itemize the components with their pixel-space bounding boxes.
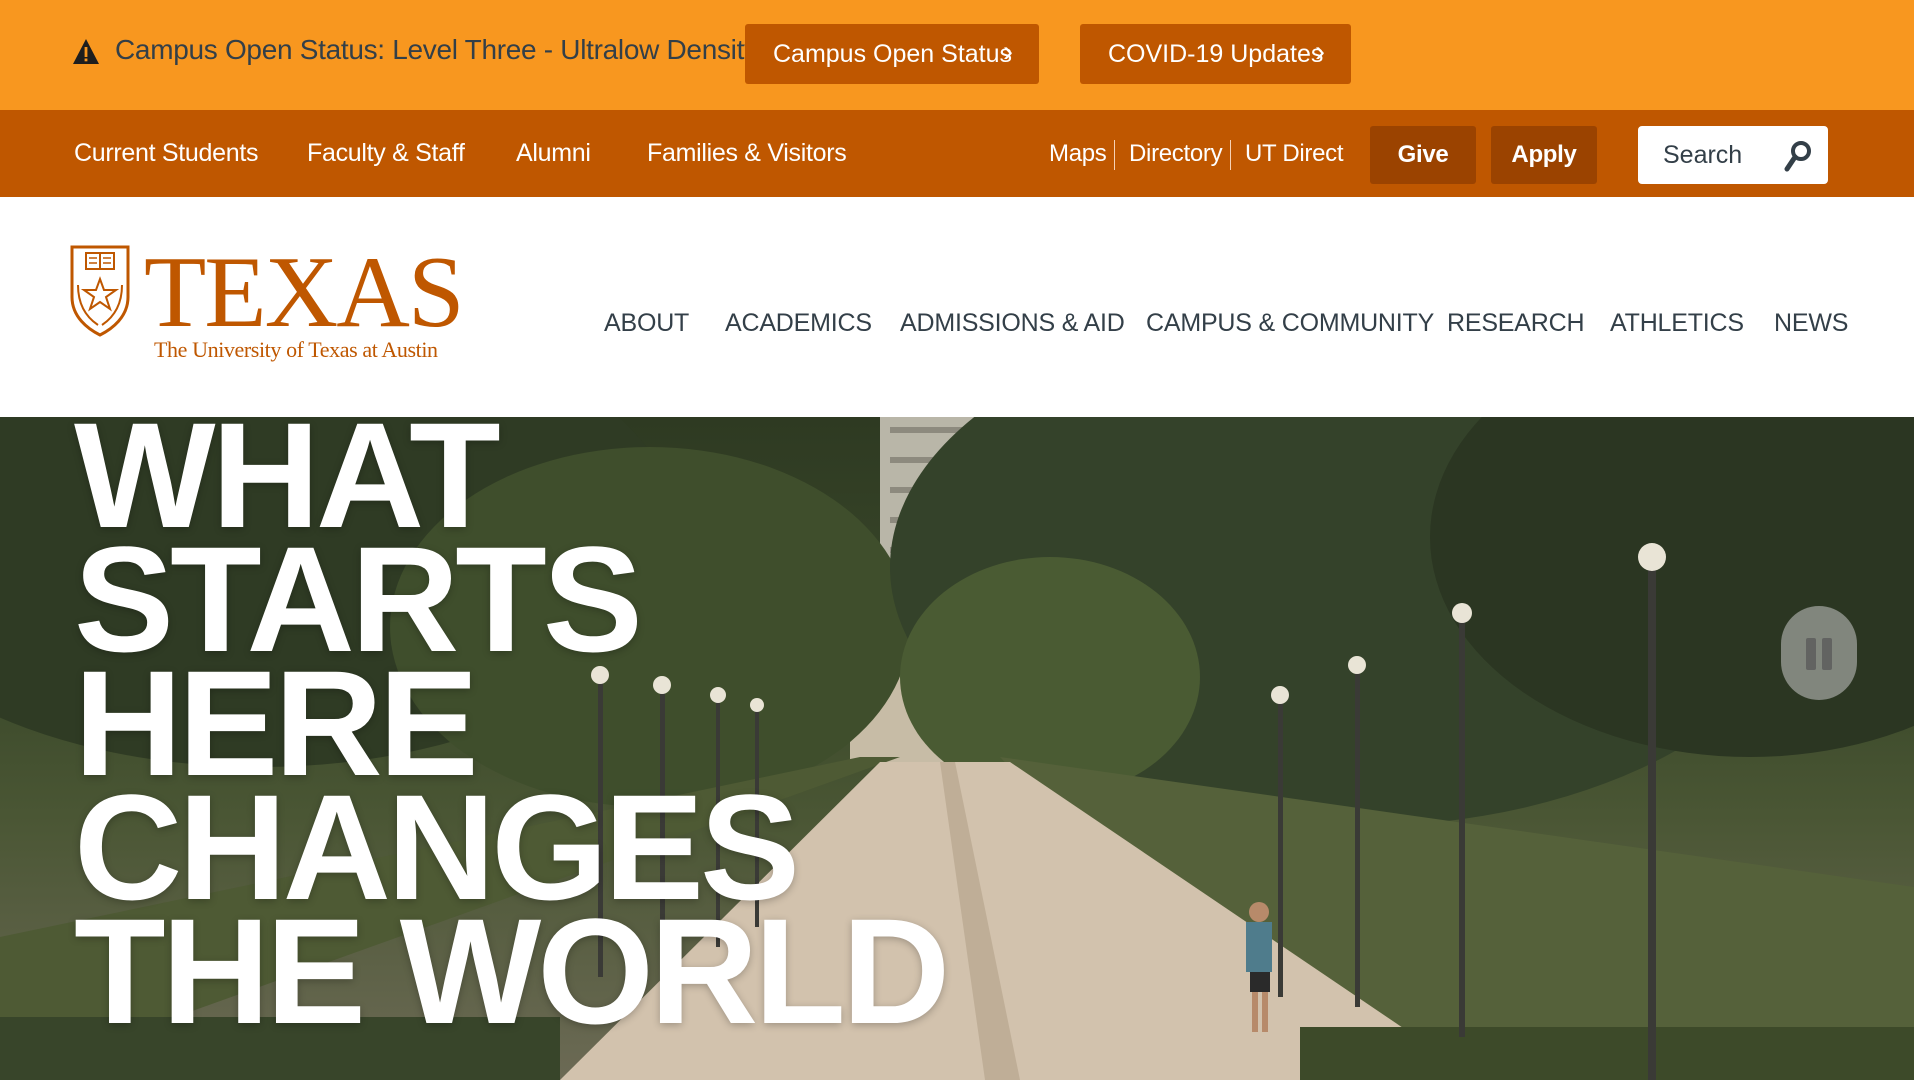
pause-video-button[interactable] (1781, 606, 1857, 700)
pause-bar-right (1822, 638, 1832, 670)
campus-open-status-button[interactable]: Campus Open Status › (745, 24, 1039, 84)
search-input[interactable] (1638, 126, 1778, 184)
main-nav-news[interactable]: NEWS (1774, 309, 1848, 338)
pause-bar-left (1806, 638, 1816, 670)
nav-alumni[interactable]: Alumni (516, 139, 591, 168)
chevron-right-icon: › (1003, 35, 1013, 68)
nav-faculty-staff[interactable]: Faculty & Staff (307, 139, 465, 168)
main-nav-research[interactable]: RESEARCH (1447, 309, 1585, 338)
covid-updates-label: COVID-19 Updates (1108, 40, 1324, 68)
main-nav-about[interactable]: ABOUT (604, 309, 689, 338)
main-nav-academics[interactable]: ACADEMICS (725, 309, 872, 338)
link-divider (1114, 140, 1115, 170)
site-header: TEXAS The University of Texas at Austin … (0, 197, 1914, 417)
hero-line: THE WORLD (74, 887, 950, 1055)
campus-alert-bar: Campus Open Status: Level Three - Ultral… (0, 0, 1914, 110)
directory-link[interactable]: Directory (1129, 140, 1223, 168)
apply-button[interactable]: Apply (1491, 126, 1597, 184)
main-nav-campus-community[interactable]: CAMPUS & COMMUNITY (1146, 309, 1434, 338)
link-divider (1230, 140, 1231, 170)
hero-video: WHAT STARTS HERE CHANGES THE WORLD (0, 417, 1914, 1080)
maps-link[interactable]: Maps (1049, 140, 1107, 168)
chevron-right-icon: › (1315, 35, 1325, 68)
utility-nav: Current Students Faculty & Staff Alumni … (0, 110, 1914, 197)
search-icon[interactable] (1782, 138, 1816, 172)
give-button[interactable]: Give (1370, 126, 1476, 184)
main-nav: ABOUT ACADEMICS ADMISSIONS & AID CAMPUS … (0, 309, 1914, 349)
main-nav-admissions-aid[interactable]: ADMISSIONS & AID (900, 309, 1125, 338)
search-box (1638, 126, 1828, 184)
warning-icon (73, 39, 99, 64)
nav-current-students[interactable]: Current Students (74, 139, 259, 168)
main-nav-athletics[interactable]: ATHLETICS (1610, 309, 1744, 338)
alert-message: Campus Open Status: Level Three - Ultral… (115, 34, 758, 65)
covid-updates-button[interactable]: COVID-19 Updates › (1080, 24, 1351, 84)
campus-open-status-label: Campus Open Status (773, 40, 1013, 68)
nav-families-visitors[interactable]: Families & Visitors (647, 139, 847, 168)
hero-headline: WHAT STARTS HERE CHANGES THE WORLD (74, 417, 950, 1055)
ut-direct-link[interactable]: UT Direct (1245, 140, 1344, 168)
